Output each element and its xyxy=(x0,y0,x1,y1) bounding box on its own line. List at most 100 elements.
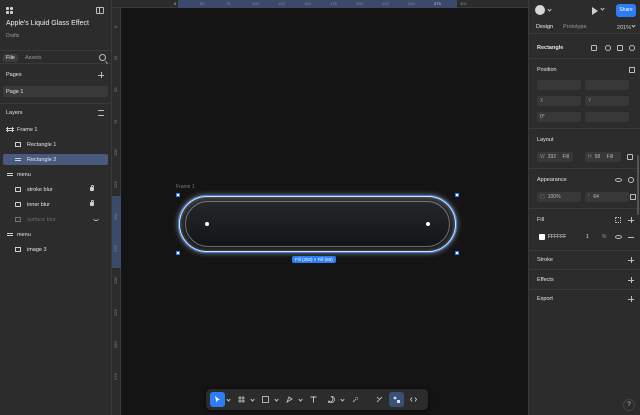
actions-button[interactable] xyxy=(348,392,363,407)
comment-tool-button[interactable] xyxy=(324,392,339,407)
page-item[interactable]: Page 1 xyxy=(3,86,108,97)
flip-controls[interactable] xyxy=(585,112,629,122)
add-page-icon[interactable] xyxy=(98,72,104,78)
independent-corners-icon[interactable] xyxy=(630,194,636,200)
help-button[interactable]: ? xyxy=(623,399,635,411)
present-icon[interactable] xyxy=(592,7,598,15)
chevron-down-icon[interactable] xyxy=(226,397,231,402)
corner-radius-handle[interactable] xyxy=(426,222,430,226)
divider xyxy=(529,289,640,290)
align-icon[interactable] xyxy=(591,45,597,51)
y-field[interactable]: Y xyxy=(585,96,629,106)
styles-icon[interactable] xyxy=(615,217,621,223)
divider xyxy=(529,168,640,169)
resize-handle[interactable] xyxy=(455,251,459,255)
eye-icon[interactable] xyxy=(615,235,622,239)
chevron-down-icon[interactable] xyxy=(274,397,279,402)
main-menu-icon[interactable] xyxy=(6,7,14,15)
avatar[interactable] xyxy=(535,5,545,15)
tab-assets[interactable]: Assets xyxy=(22,54,45,62)
chevron-down-icon[interactable] xyxy=(600,6,605,11)
layer-row[interactable]: inner blur xyxy=(3,199,108,210)
resize-handle[interactable] xyxy=(455,193,459,197)
divider xyxy=(529,208,640,209)
layer-row[interactable]: menu xyxy=(3,229,108,240)
width-field[interactable]: W 292 Fill xyxy=(537,152,573,162)
sparkle-icon xyxy=(352,397,358,403)
add-export-icon[interactable] xyxy=(628,296,634,302)
chevron-down-icon[interactable] xyxy=(547,7,552,12)
text-tool-button[interactable] xyxy=(306,392,321,407)
add-fill-icon[interactable] xyxy=(628,217,634,223)
ruler-selection-range xyxy=(112,196,121,268)
tab-design[interactable]: Design xyxy=(536,24,553,30)
draw-mode-button[interactable] xyxy=(372,392,387,407)
design-mode-icon xyxy=(393,396,400,403)
resize-options-icon[interactable] xyxy=(627,154,633,160)
frame-icon xyxy=(238,396,245,403)
frame-tool-button[interactable] xyxy=(234,392,249,407)
sidebar-toggle-icon[interactable] xyxy=(96,7,104,14)
lock-icon[interactable] xyxy=(90,185,94,191)
add-stroke-icon[interactable] xyxy=(628,257,634,263)
x-field[interactable]: X xyxy=(537,96,581,106)
ruler-tick: 150 xyxy=(113,213,118,220)
layer-row[interactable]: Rectangle 1 xyxy=(3,139,108,150)
canvas[interactable]: 0 50 75 100 125 150 175 200 225 250 279 300 0 25 50 75… xyxy=(112,0,528,415)
eye-icon[interactable] xyxy=(615,178,622,182)
tab-file[interactable]: File xyxy=(3,54,18,62)
corner-radius-field[interactable]: ⌜ 64 xyxy=(585,192,629,202)
opacity-field[interactable]: ▢ 100% xyxy=(537,192,581,202)
shape-tool-button[interactable] xyxy=(258,392,273,407)
corner-radius-handle[interactable] xyxy=(205,222,209,226)
layer-row[interactable]: stroke blur xyxy=(3,184,108,195)
zoom-level[interactable]: 201% xyxy=(617,25,631,31)
chevron-down-icon[interactable] xyxy=(298,397,303,402)
tab-prototype[interactable]: Prototype xyxy=(563,24,587,30)
pen-tool-button[interactable] xyxy=(282,392,297,407)
add-effect-icon[interactable] xyxy=(628,277,634,283)
w-mode: Fill xyxy=(562,154,569,160)
fill-color-swatch[interactable] xyxy=(539,234,545,240)
eye-closed-icon[interactable] xyxy=(93,218,99,221)
horizontal-align-group[interactable] xyxy=(537,80,581,90)
chevron-down-icon[interactable] xyxy=(631,23,636,28)
resize-handle[interactable] xyxy=(176,193,180,197)
layer-row-selected[interactable]: Rectangle 2 xyxy=(3,154,108,165)
rotation-field[interactable]: 0° xyxy=(537,112,581,122)
component-icon[interactable] xyxy=(605,45,611,51)
layers-options-icon[interactable] xyxy=(98,110,104,116)
chevron-down-icon[interactable] xyxy=(250,397,255,402)
remove-fill-icon[interactable] xyxy=(628,237,634,238)
ruler-tick: 0 xyxy=(113,25,118,28)
chevron-down-icon[interactable] xyxy=(340,397,345,402)
search-icon[interactable] xyxy=(99,54,106,61)
image-icon xyxy=(15,247,21,252)
blend-mode-icon[interactable] xyxy=(628,177,634,183)
dev-mode-button[interactable] xyxy=(406,392,421,407)
properties-tabs: Design Prototype 201% xyxy=(529,21,640,34)
constraints-icon[interactable] xyxy=(629,67,635,73)
file-location[interactable]: Drafts xyxy=(6,33,19,39)
frame-label[interactable]: Frame 1 xyxy=(176,184,195,190)
fill-hex[interactable]: FFFFFF xyxy=(548,234,566,240)
ruler-tick: 279 xyxy=(434,1,441,6)
layer-row-hidden[interactable]: surface blur xyxy=(3,214,108,225)
contrast-icon[interactable] xyxy=(629,45,635,51)
file-title[interactable]: Apple's Liquid Glass Effect xyxy=(6,20,89,27)
right-panel: Share Design Prototype 201% Rectangle Po… xyxy=(528,0,640,415)
layer-label: Rectangle 1 xyxy=(27,141,57,148)
height-field[interactable]: H 58 Fill xyxy=(585,152,621,162)
lock-icon[interactable] xyxy=(90,200,94,206)
fill-alpha[interactable]: 1 xyxy=(586,234,589,240)
move-tool-button[interactable] xyxy=(210,392,225,407)
share-button[interactable]: Share xyxy=(616,4,636,17)
design-mode-button[interactable] xyxy=(389,392,404,407)
vertical-align-group[interactable] xyxy=(585,80,629,90)
layer-row[interactable]: menu xyxy=(3,169,108,180)
mask-icon[interactable] xyxy=(617,45,623,51)
layer-row[interactable]: Frame 1 xyxy=(3,124,108,135)
scrollbar[interactable] xyxy=(637,155,639,215)
layer-row[interactable]: image 3 xyxy=(3,244,108,255)
resize-handle[interactable] xyxy=(176,251,180,255)
